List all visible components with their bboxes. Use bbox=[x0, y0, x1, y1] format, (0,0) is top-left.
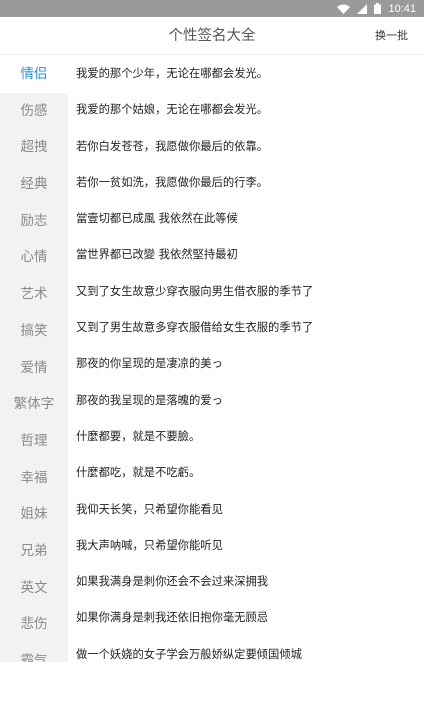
list-item[interactable]: 做一个妖娆的女子学会万般娇纵定要倾国倾城 bbox=[68, 637, 424, 662]
list-item[interactable]: 如果我满身是刺你还会不会过来深拥我 bbox=[68, 564, 424, 600]
list-item[interactable]: 如果你满身是刺我还依旧抱你毫无顾忌 bbox=[68, 600, 424, 636]
list-item[interactable]: 我爱的那个姑娘，无论在哪都会发光。 bbox=[68, 92, 424, 128]
wifi-icon bbox=[337, 4, 351, 14]
sidebar-item-lizhi[interactable]: 励志 bbox=[0, 203, 68, 240]
sidebar-item-qinglv[interactable]: 情侣 bbox=[0, 56, 68, 93]
list-item[interactable]: 那夜的我呈现的是落魄的爱っ bbox=[68, 383, 424, 419]
title-bar: 个性签名大全 换一批 bbox=[0, 17, 424, 55]
sidebar-item-beishang[interactable]: 悲伤 bbox=[0, 606, 68, 643]
sidebar-item-chaozhuai[interactable]: 超拽 bbox=[0, 129, 68, 166]
list-item[interactable]: 我仰天长笑，只希望你能看见 bbox=[68, 492, 424, 528]
list-item[interactable]: 我爱的那个少年，无论在哪都会发光。 bbox=[68, 56, 424, 92]
sidebar-item-gaoxiao[interactable]: 搞笑 bbox=[0, 313, 68, 350]
sidebar-item-yishu[interactable]: 艺术 bbox=[0, 276, 68, 313]
list-item[interactable]: 當壹切都已成風 我依然在此等候 bbox=[68, 201, 424, 237]
list-item[interactable]: 若你一贫如洗，我愿做你最后的行李。 bbox=[68, 165, 424, 201]
sidebar-item-baqi[interactable]: 霸气 bbox=[0, 643, 68, 662]
sidebar-item-jingdian[interactable]: 经典 bbox=[0, 166, 68, 203]
signal-icon bbox=[357, 3, 368, 14]
list-item[interactable]: 又到了女生故意少穿衣服向男生借衣服的季节了 bbox=[68, 274, 424, 310]
sidebar-item-xiongdi[interactable]: 兄弟 bbox=[0, 533, 68, 570]
list-item[interactable]: 那夜的你呈现的是凄凉的美っ bbox=[68, 346, 424, 382]
status-bar: 10:41 bbox=[0, 0, 424, 17]
status-icons: 10:41 bbox=[337, 0, 416, 17]
sidebar-item-shanggan[interactable]: 伤感 bbox=[0, 93, 68, 130]
page-title: 个性签名大全 bbox=[168, 28, 256, 44]
list-item[interactable]: 我大声呐喊，只希望你能听见 bbox=[68, 528, 424, 564]
status-time: 10:41 bbox=[388, 2, 416, 15]
list-item[interactable]: 若你白发苍苍，我愿做你最后的依靠。 bbox=[68, 129, 424, 165]
sidebar-item-zheli[interactable]: 哲理 bbox=[0, 423, 68, 460]
bottom-area bbox=[0, 662, 424, 702]
list-item[interactable]: 當世界都已改變 我依然堅持最初 bbox=[68, 237, 424, 273]
list-item[interactable]: 什麼都吃，就是不吃虧。 bbox=[68, 455, 424, 491]
sidebar-item-fantizi[interactable]: 繁体字 bbox=[0, 386, 68, 423]
refresh-button[interactable]: 换一批 bbox=[375, 17, 408, 55]
sidebar-item-jiemei[interactable]: 姐妹 bbox=[0, 496, 68, 533]
list-item[interactable]: 什麼都要，就是不要臉。 bbox=[68, 419, 424, 455]
signature-list: 我爱的那个少年，无论在哪都会发光。 我爱的那个姑娘，无论在哪都会发光。 若你白发… bbox=[68, 56, 424, 662]
sidebar-item-yingwen[interactable]: 英文 bbox=[0, 570, 68, 607]
list-item[interactable]: 又到了男生故意多穿衣服借给女生衣服的季节了 bbox=[68, 310, 424, 346]
battery-icon bbox=[374, 3, 382, 14]
category-sidebar: 情侣 伤感 超拽 经典 励志 心情 艺术 搞笑 爱情 繁体字 哲理 幸福 姐妹 … bbox=[0, 56, 68, 662]
sidebar-item-xingfu[interactable]: 幸福 bbox=[0, 460, 68, 497]
sidebar-item-aiqing[interactable]: 爱情 bbox=[0, 350, 68, 387]
sidebar-item-xinqing[interactable]: 心情 bbox=[0, 239, 68, 276]
